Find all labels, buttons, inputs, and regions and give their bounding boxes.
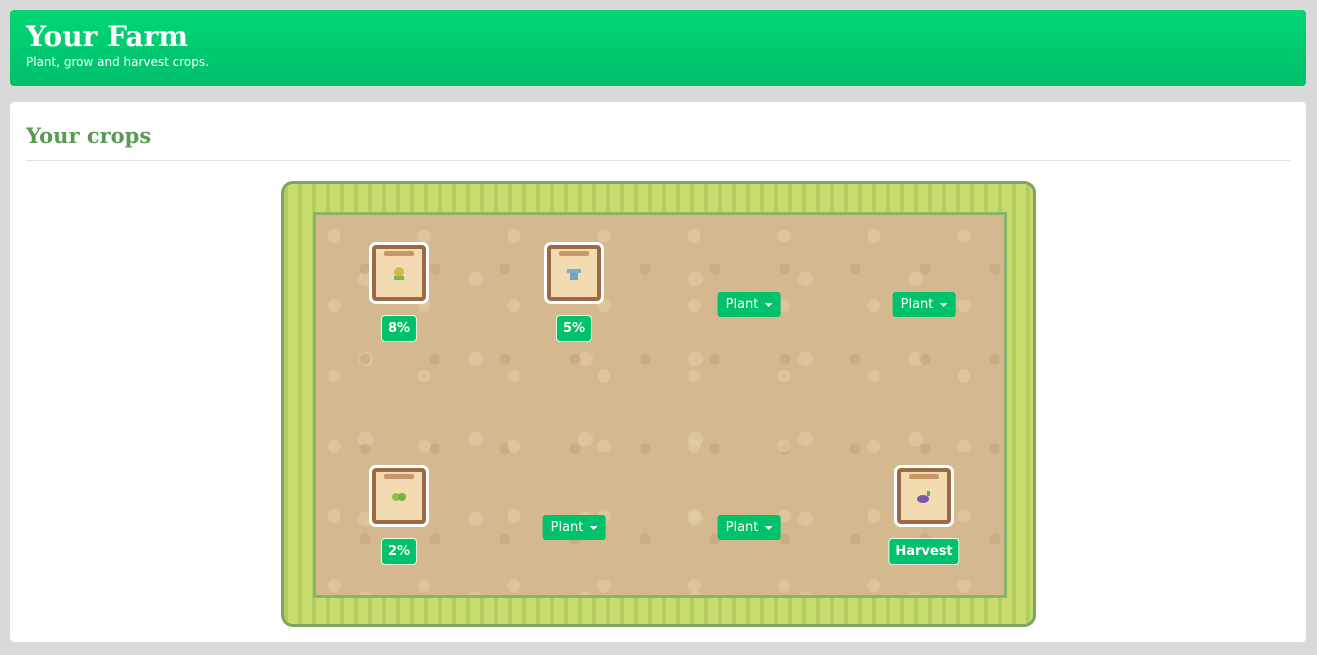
plot-6[interactable]: Plant bbox=[514, 468, 634, 578]
growth-progress-badge: 5% bbox=[555, 315, 593, 342]
plant-button[interactable]: Plant bbox=[892, 292, 956, 317]
plot-7[interactable]: Plant bbox=[689, 468, 809, 578]
caret-down-icon bbox=[939, 302, 948, 307]
page-subtitle: Plant, grow and harvest crops. bbox=[26, 55, 209, 69]
harvest-button[interactable]: Harvest bbox=[888, 538, 960, 565]
green-bean-seed-packet-icon bbox=[369, 465, 429, 527]
plot-3[interactable]: Plant bbox=[689, 245, 809, 355]
plot-2[interactable]: 5% bbox=[514, 242, 634, 355]
farm-header: Your Farm Plant, grow and harvest crops. bbox=[10, 10, 1306, 86]
plot-5[interactable]: 2% bbox=[339, 465, 459, 578]
divider bbox=[26, 160, 1290, 161]
plant-button-label: Plant bbox=[725, 520, 759, 535]
caret-down-icon bbox=[589, 525, 598, 530]
eggplant-seed-packet-icon bbox=[894, 465, 954, 527]
plot-4[interactable]: Plant bbox=[864, 245, 984, 355]
corn-seed-packet-icon bbox=[369, 242, 429, 304]
plant-button[interactable]: Plant bbox=[542, 515, 606, 540]
plant-button-label: Plant bbox=[550, 520, 584, 535]
plot-1[interactable]: 8% bbox=[339, 242, 459, 355]
plant-button-label: Plant bbox=[725, 297, 759, 312]
plant-button[interactable]: Plant bbox=[717, 292, 781, 317]
crops-heading: Your crops bbox=[26, 123, 152, 148]
growth-progress-badge: 2% bbox=[380, 538, 418, 565]
page-title: Your Farm bbox=[26, 20, 188, 53]
farm-field: 8% 5% Plant Plant 2% Plant Plant Harvest bbox=[281, 181, 1036, 627]
caret-down-icon bbox=[764, 302, 773, 307]
soil-plot-area: 8% 5% Plant Plant 2% Plant Plant Harvest bbox=[313, 212, 1007, 598]
plot-8[interactable]: Harvest bbox=[864, 465, 984, 578]
crops-panel: Your crops 8% 5% Plant Plant 2% Plant Pl… bbox=[10, 102, 1306, 642]
plant-button-label: Plant bbox=[900, 297, 934, 312]
plant-button[interactable]: Plant bbox=[717, 515, 781, 540]
growth-progress-badge: 8% bbox=[380, 315, 418, 342]
watering-can-seed-packet-icon bbox=[544, 242, 604, 304]
caret-down-icon bbox=[764, 525, 773, 530]
